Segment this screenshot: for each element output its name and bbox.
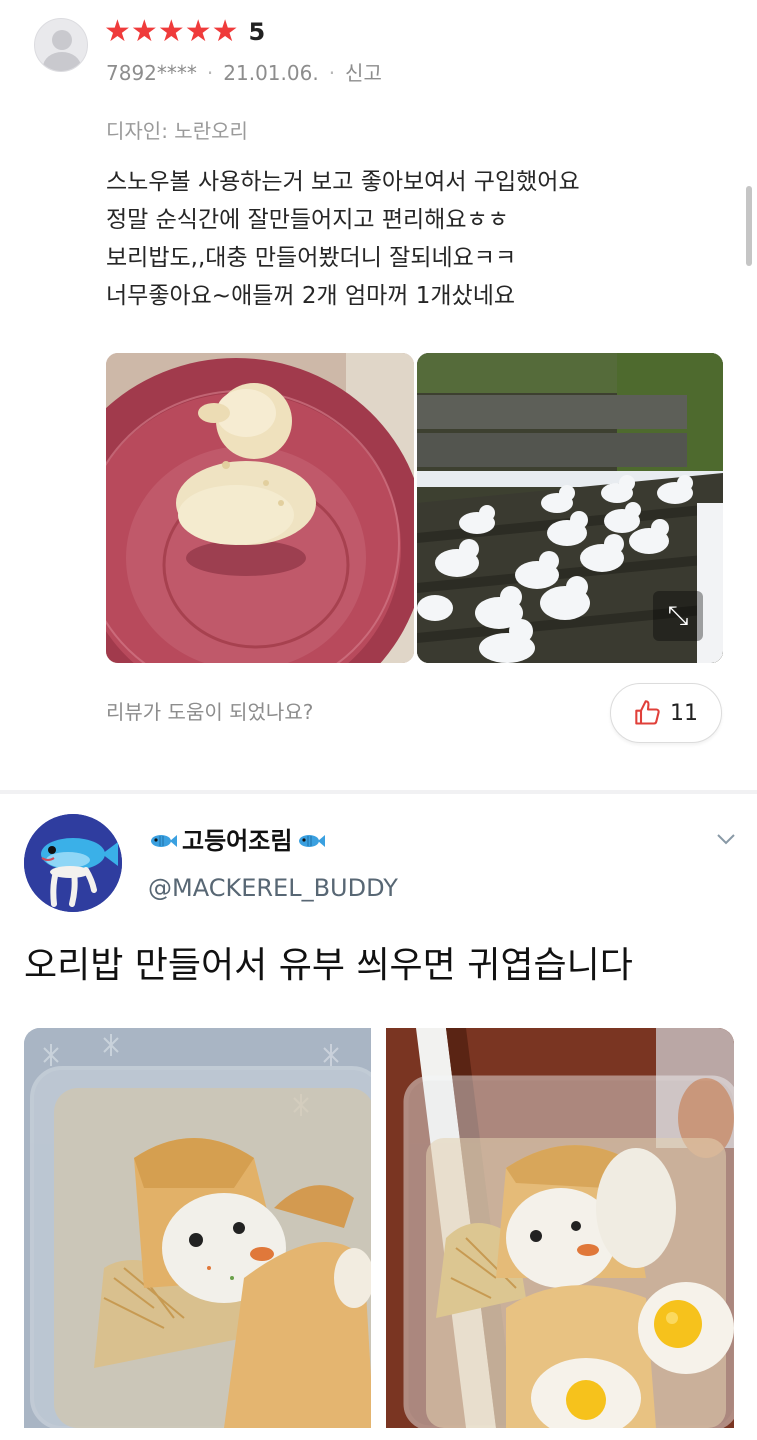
product-review-card: ★ ★ ★ ★ ★ 5 7892**** · 21.01.06. · 신고 디자… <box>0 0 757 790</box>
review-photo-rice-duck[interactable] <box>106 353 414 663</box>
review-line: 너무좋아요~애들꺼 2개 엄마꺼 1개샀네요 <box>106 283 516 309</box>
user-handle[interactable]: @MACKEREL_BUDDY <box>148 872 398 904</box>
chevron-down-icon[interactable] <box>714 830 738 848</box>
rating-score: 5 <box>248 18 266 46</box>
review-line: 보리밥도,,대충 만들어봤더니 잘되네요ㅋㅋ <box>106 245 517 271</box>
tweet-text: 오리밥 만들어서 유부 씌우면 귀엽습니다 <box>24 945 633 986</box>
review-line: 정말 순식간에 잘만들어지고 편리해요ㅎㅎ <box>106 207 509 233</box>
star-icon: ★ <box>130 14 158 49</box>
rice-duck-image <box>106 353 414 663</box>
tweet-photo-inari-1[interactable] <box>24 1028 371 1428</box>
tweet-card: 고등어조림 @MACKEREL_BUDDY 오리밥 만들어서 유부 씌우면 귀엽… <box>0 794 757 1440</box>
expand-arrows-icon[interactable]: ⤡ <box>653 591 703 641</box>
mackerel-avatar-image <box>24 814 122 912</box>
display-name: 고등어조림 <box>182 827 293 855</box>
fish-emoji-icon <box>151 835 177 847</box>
scrollbar[interactable] <box>746 186 752 266</box>
profile-avatar[interactable] <box>24 814 122 912</box>
like-count: 11 <box>670 700 698 726</box>
thumbs-up-icon <box>635 700 660 725</box>
review-meta: 7892**** · 21.01.06. · 신고 <box>106 58 382 88</box>
reviewer-id: 7892**** <box>106 61 197 85</box>
inari-duck-image-2 <box>386 1028 734 1428</box>
star-rating: ★ ★ ★ ★ ★ 5 <box>104 16 265 48</box>
inari-duck-image-1 <box>24 1028 371 1428</box>
tweet-photo-inari-2[interactable] <box>386 1028 734 1428</box>
star-icon: ★ <box>157 14 185 49</box>
star-icon: ★ <box>184 14 212 49</box>
helpful-like-button[interactable]: 11 <box>610 683 722 743</box>
fish-emoji-icon <box>299 835 326 847</box>
helpful-question: 리뷰가 도움이 되었나요? <box>106 700 314 724</box>
report-link[interactable]: 신고 <box>345 58 382 88</box>
user-avatar-icon <box>34 18 88 72</box>
review-date: 21.01.06. <box>223 61 319 85</box>
display-name-row[interactable]: 고등어조림 <box>148 826 326 856</box>
design-option: 디자인: 노란오리 <box>106 119 248 143</box>
star-icon: ★ <box>211 14 239 49</box>
star-icon: ★ <box>104 14 131 49</box>
review-line: 스노우볼 사용하는거 보고 좋아보여서 구입했어요 <box>106 169 580 195</box>
review-photo-snow-ducks[interactable]: ⤡ <box>417 353 723 663</box>
review-body: 스노우볼 사용하는거 보고 좋아보여서 구입했어요 정말 순식간에 잘만들어지고… <box>106 163 726 315</box>
